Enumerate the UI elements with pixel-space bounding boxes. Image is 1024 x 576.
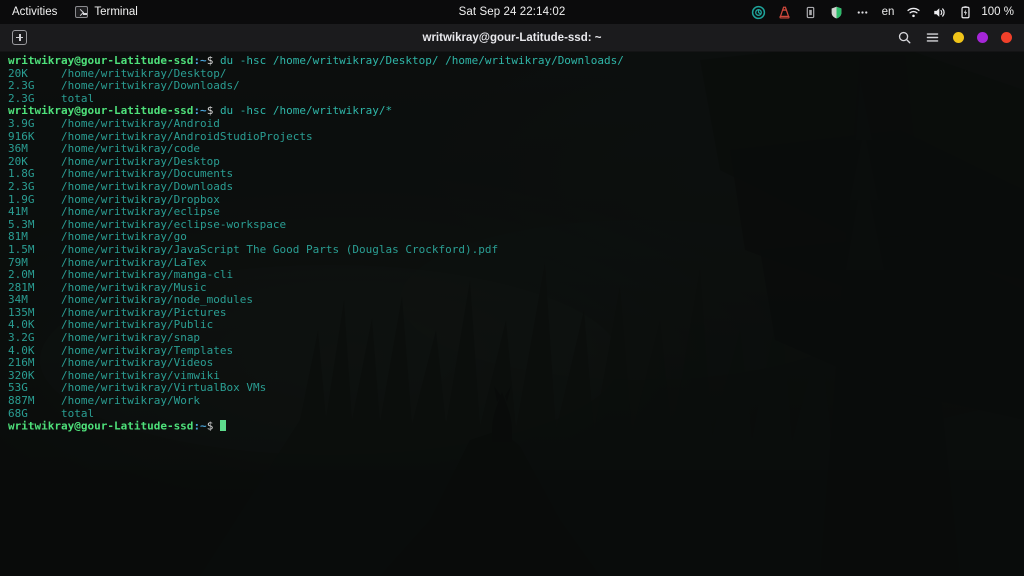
window-controls xyxy=(897,30,1024,45)
shield-icon[interactable] xyxy=(829,5,844,20)
app-indicator-terminal[interactable]: Terminal xyxy=(67,0,145,24)
battery-charging-icon[interactable] xyxy=(958,5,973,20)
minimize-button[interactable] xyxy=(953,32,964,43)
terminal-window: writwikray@gour-Latitude-ssd: ~ writwikr… xyxy=(0,24,1024,576)
close-button[interactable] xyxy=(1001,32,1012,43)
terminal-line: 68G total xyxy=(8,408,1020,421)
vlc-cone-icon[interactable] xyxy=(777,5,792,20)
system-tray: en 100 % xyxy=(751,0,1024,24)
battery-tray-icon[interactable] xyxy=(803,5,818,20)
terminal-line: 2.3G /home/writwikray/Downloads/ xyxy=(8,80,1020,93)
search-icon[interactable] xyxy=(897,30,912,45)
gnome-top-bar: Activities Terminal Sat Sep 24 22:14:02 xyxy=(0,0,1024,24)
terminal-canvas[interactable]: writwikray@gour-Latitude-ssd:~$ du -hsc … xyxy=(0,52,1024,576)
terminal-line: 887M /home/writwikray/Work xyxy=(8,395,1020,408)
window-title: writwikray@gour-Latitude-ssd: ~ xyxy=(0,32,1024,44)
disk-usage-analyzer-icon[interactable] xyxy=(751,5,766,20)
new-tab-button[interactable] xyxy=(12,30,27,45)
hamburger-menu-icon[interactable] xyxy=(925,30,940,45)
app-indicator-label: Terminal xyxy=(94,6,137,18)
window-title-label: writwikray@gour-Latitude-ssd: ~ xyxy=(423,32,602,44)
terminal-text-buffer: writwikray@gour-Latitude-ssd:~$ du -hsc … xyxy=(8,55,1020,433)
terminal-line: writwikray@gour-Latitude-ssd:~$ xyxy=(8,420,1020,433)
volume-icon[interactable] xyxy=(932,5,947,20)
maximize-button[interactable] xyxy=(977,32,988,43)
clock-label: Sat Sep 24 22:14:02 xyxy=(459,6,566,18)
keyboard-layout-indicator[interactable]: en xyxy=(881,6,896,18)
battery-percentage-label: 100 % xyxy=(981,6,1014,18)
more-options-icon[interactable] xyxy=(855,5,870,20)
activities-button[interactable]: Activities xyxy=(0,0,67,24)
terminal-title-bar: writwikray@gour-Latitude-ssd: ~ xyxy=(0,24,1024,52)
wifi-icon[interactable] xyxy=(906,5,921,20)
terminal-icon xyxy=(75,6,88,18)
